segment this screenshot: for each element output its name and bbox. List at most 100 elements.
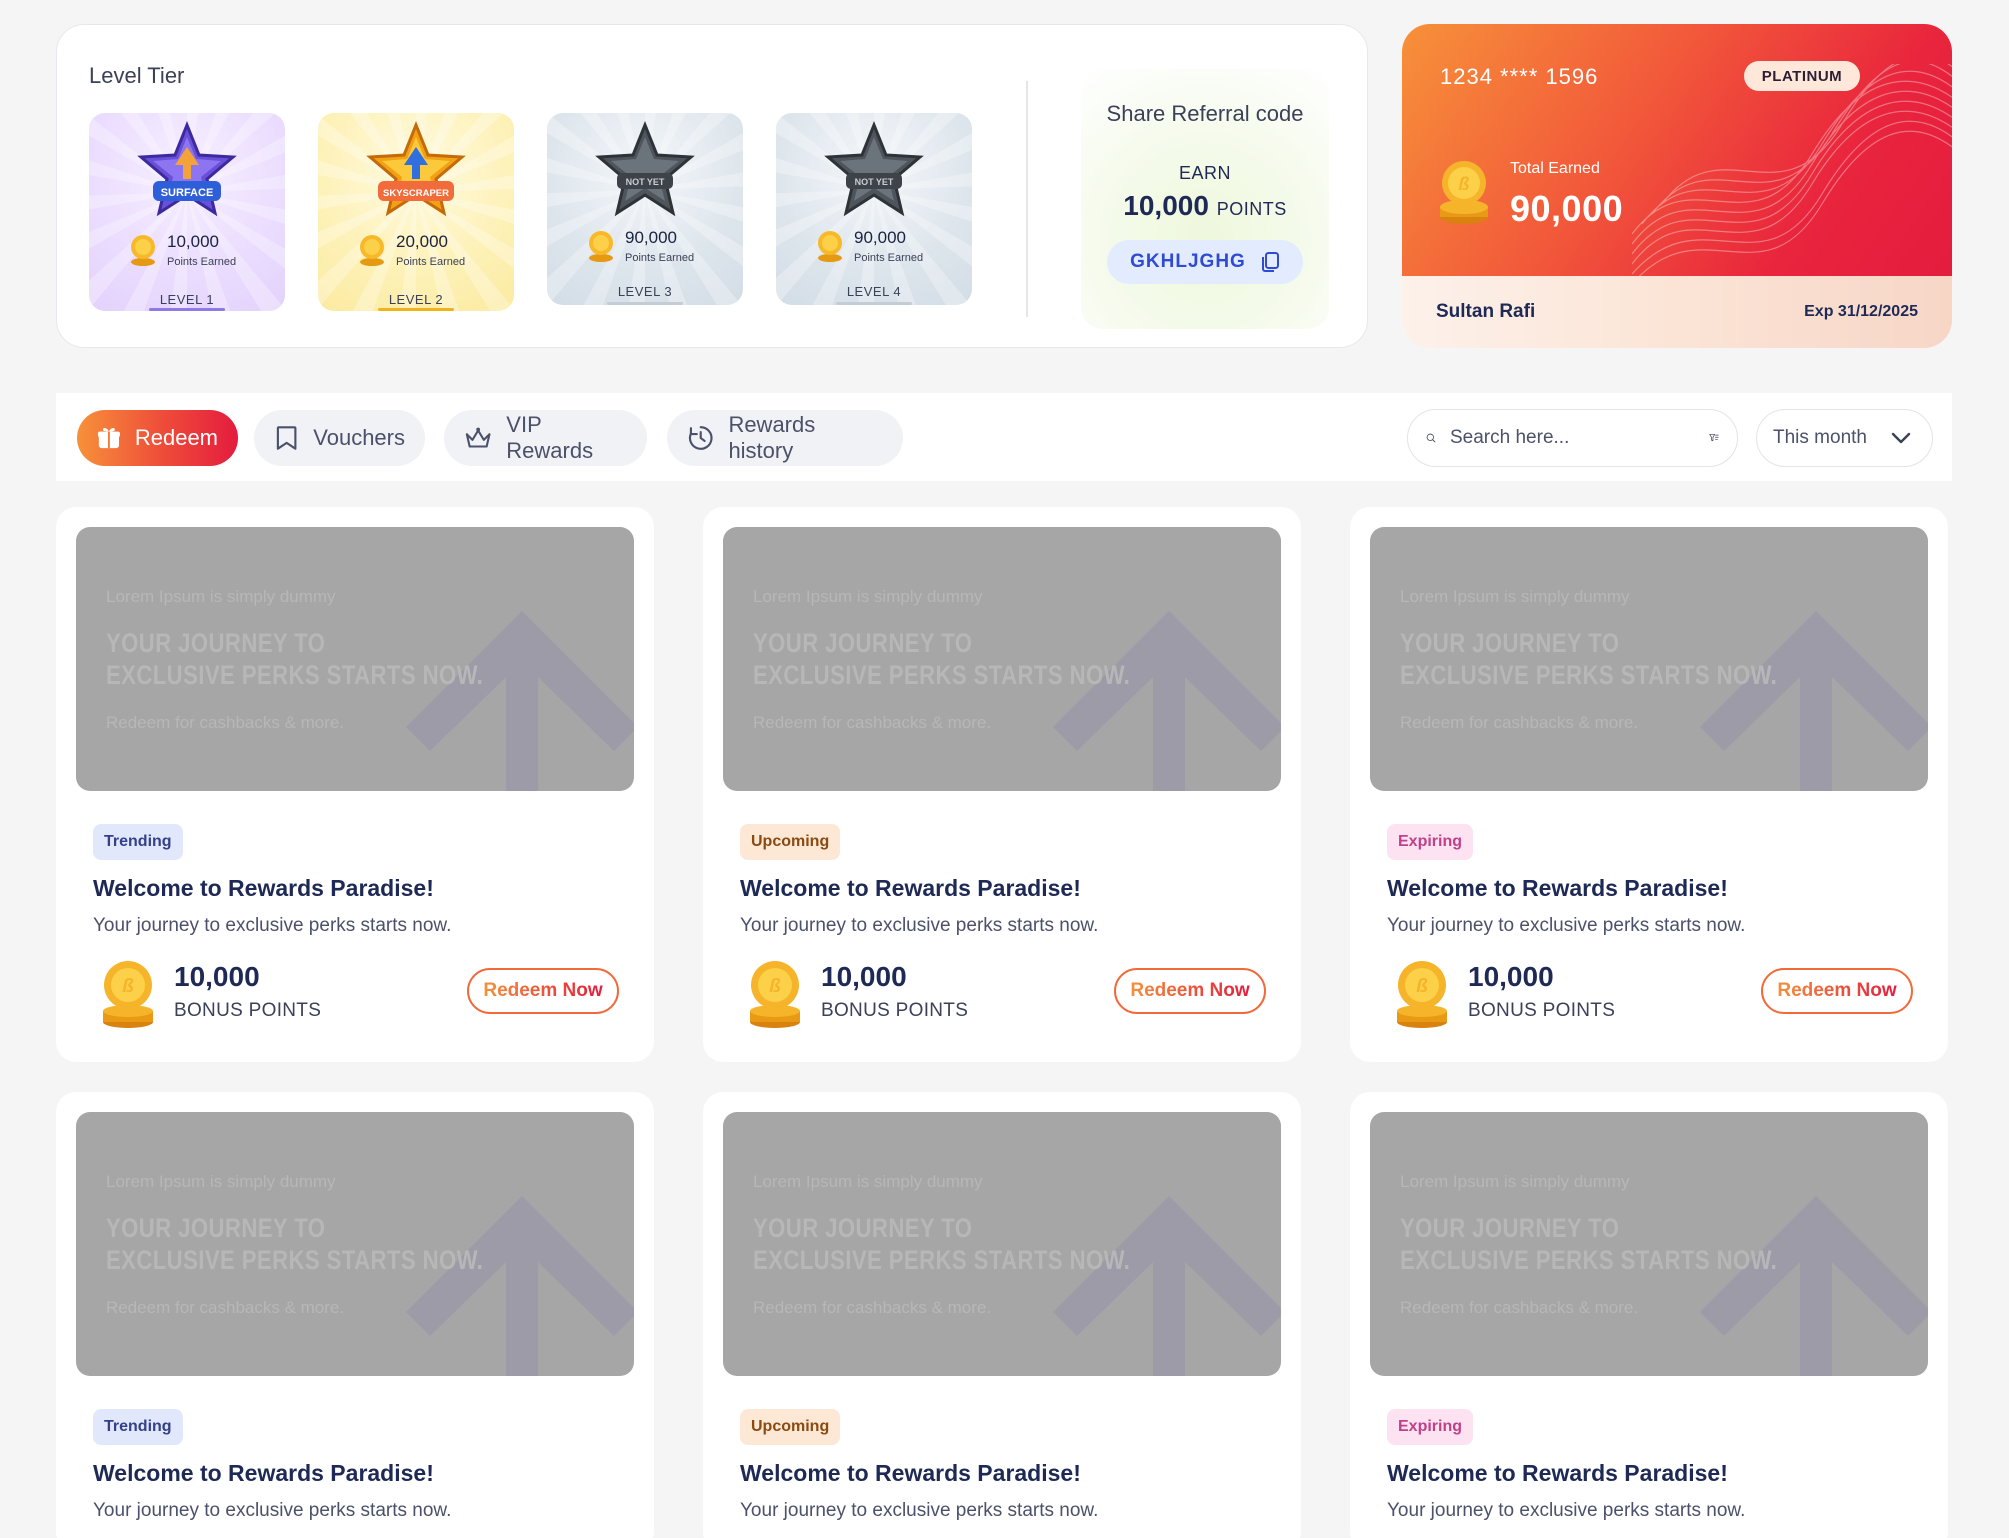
svg-text:SKYSCRAPER: SKYSCRAPER	[383, 188, 449, 199]
card-expiry: Exp 31/12/2025	[1804, 303, 1918, 320]
period-selected-value: This month	[1773, 427, 1867, 448]
tab-vouchers[interactable]: Vouchers	[254, 410, 425, 466]
tier-card-level-3[interactable]: NOT YET 90,000 Points Earned LEVEL 3	[547, 113, 743, 305]
reward-card[interactable]: Lorem Ipsum is simply dummy YOUR JOURNEY…	[1350, 507, 1948, 1062]
banner-small-text: Lorem Ipsum is simply dummy	[753, 1172, 983, 1191]
copy-icon[interactable]	[1260, 251, 1280, 273]
reward-card[interactable]: Lorem Ipsum is simply dummy YOUR JOURNEY…	[703, 1092, 1301, 1538]
referral-earn-label: EARN	[1178, 163, 1231, 183]
period-select[interactable]: This month	[1756, 409, 1933, 467]
banner-subtext: Redeem for cashbacks & more.	[753, 1298, 992, 1317]
tab-vip-rewards[interactable]: VIP Rewards	[444, 410, 647, 466]
reward-title: Welcome to Rewards Paradise!	[740, 1460, 1081, 1486]
coin-stack-icon: ß	[103, 961, 153, 1028]
reward-title: Welcome to Rewards Paradise!	[1387, 1460, 1728, 1486]
referral-earn-unit: POINTS	[1216, 199, 1287, 219]
reward-description: Your journey to exclusive perks starts n…	[93, 1500, 452, 1521]
banner-headline: YOUR JOURNEY TO EXCLUSIVE PERKS STARTS N…	[106, 627, 483, 691]
svg-text:ß: ß	[1416, 976, 1428, 997]
banner-headline-line-2: EXCLUSIVE PERKS STARTS NOW.	[753, 660, 1131, 690]
card-wave-pattern	[1632, 64, 1952, 284]
reward-points-value: 10,000	[821, 961, 907, 992]
coin-icon	[131, 235, 155, 267]
banner-subtext: Redeem for cashbacks & more.	[106, 713, 345, 732]
reward-points-label: BONUS POINTS	[821, 1000, 969, 1021]
search-box[interactable]	[1407, 409, 1738, 467]
reward-card[interactable]: Lorem Ipsum is simply dummy YOUR JOURNEY…	[56, 1092, 654, 1538]
reward-points-label: BONUS POINTS	[1468, 1000, 1616, 1021]
tab-redeem[interactable]: Redeem	[77, 410, 238, 466]
tier-points-label: Points Earned	[396, 255, 466, 268]
referral-code-copy-button[interactable]: GKHLJGHG	[1107, 240, 1303, 284]
reward-banner-image[interactable]: Lorem Ipsum is simply dummy YOUR JOURNEY…	[76, 1112, 634, 1376]
redeem-now-button[interactable]: Redeem Now	[1761, 968, 1913, 1014]
tab-rewards-history[interactable]: Rewards history	[667, 410, 903, 466]
reward-card[interactable]: Lorem Ipsum is simply dummy YOUR JOURNEY…	[703, 507, 1301, 1062]
reward-banner-image[interactable]: Lorem Ipsum is simply dummy YOUR JOURNEY…	[723, 527, 1281, 791]
svg-text:SURFACE: SURFACE	[161, 187, 214, 199]
reward-description: Your journey to exclusive perks starts n…	[740, 1500, 1099, 1521]
banner-headline-line-1: YOUR JOURNEY TO	[753, 1213, 973, 1243]
banner-headline: YOUR JOURNEY TO EXCLUSIVE PERKS STARTS N…	[753, 1212, 1130, 1276]
reward-title: Welcome to Rewards Paradise!	[93, 875, 434, 901]
banner-headline-line-1: YOUR JOURNEY TO	[106, 1213, 326, 1243]
reward-description: Your journey to exclusive perks starts n…	[1387, 1500, 1746, 1521]
banner-headline-line-1: YOUR JOURNEY TO	[106, 628, 326, 658]
tier-points-value: 20,000	[396, 232, 448, 251]
tier-points-value: 10,000	[167, 232, 219, 251]
reward-card[interactable]: Lorem Ipsum is simply dummy YOUR JOURNEY…	[1350, 1092, 1948, 1538]
tier-divider	[1026, 81, 1028, 317]
tier-underline	[378, 308, 454, 311]
redeem-now-label: Redeem Now	[483, 980, 603, 1001]
reward-card[interactable]: Lorem Ipsum is simply dummy YOUR JOURNEY…	[56, 507, 654, 1062]
banner-headline-line-2: EXCLUSIVE PERKS STARTS NOW.	[1400, 1245, 1778, 1275]
reward-banner-image[interactable]: Lorem Ipsum is simply dummy YOUR JOURNEY…	[1370, 1112, 1928, 1376]
reward-points-value: 10,000	[1468, 961, 1554, 992]
tier-points-value: 90,000	[625, 228, 677, 247]
banner-small-text: Lorem Ipsum is simply dummy	[106, 587, 336, 606]
locked-star-badge-icon: NOT YET	[595, 121, 695, 217]
reward-description: Your journey to exclusive perks starts n…	[1387, 915, 1746, 936]
banner-headline-line-2: EXCLUSIVE PERKS STARTS NOW.	[106, 1245, 484, 1275]
reward-status-badge: Upcoming	[740, 824, 841, 860]
tier-card-level-4[interactable]: NOT YET 90,000 Points Earned LEVEL 4	[776, 113, 972, 305]
coin-icon	[360, 235, 384, 267]
reward-status-badge: Upcoming	[740, 1409, 841, 1445]
gift-icon	[97, 428, 120, 449]
reward-title: Welcome to Rewards Paradise!	[740, 875, 1081, 901]
search-input[interactable]	[1450, 427, 1695, 449]
svg-text:ß: ß	[122, 976, 134, 997]
referral-earn-points: 10,000 POINTS	[1081, 190, 1329, 222]
tier-points-label: Points Earned	[625, 251, 695, 264]
card-earned-label: Total Earned	[1510, 160, 1600, 177]
reward-banner-image[interactable]: Lorem Ipsum is simply dummy YOUR JOURNEY…	[1370, 527, 1928, 791]
tier-card-level-2[interactable]: SKYSCRAPER 20,000 Points Earned LEVEL 2	[318, 113, 514, 311]
reward-banner-image[interactable]: Lorem Ipsum is simply dummy YOUR JOURNEY…	[723, 1112, 1281, 1376]
referral-panel: Share Referral code EARN 10,000 POINTS G…	[1081, 69, 1329, 329]
reward-banner-image[interactable]: Lorem Ipsum is simply dummy YOUR JOURNEY…	[76, 527, 634, 791]
coin-stack-icon: ß	[750, 961, 800, 1028]
tier-underline	[149, 308, 225, 311]
reward-points-value: 10,000	[174, 961, 260, 992]
tab-rewards-history-label: Rewards history	[728, 412, 816, 463]
level-tier-panel: Level Tier SURFACE 10,000 Points Earned …	[56, 24, 1368, 348]
tier-points-value: 90,000	[854, 228, 906, 247]
redeem-now-button[interactable]: Redeem Now	[1114, 968, 1266, 1014]
banner-subtext: Redeem for cashbacks & more.	[106, 1298, 345, 1317]
reward-description: Your journey to exclusive perks starts n…	[93, 915, 452, 936]
banner-headline: YOUR JOURNEY TO EXCLUSIVE PERKS STARTS N…	[106, 1212, 483, 1276]
banner-subtext: Redeem for cashbacks & more.	[753, 713, 992, 732]
surface-star-badge-icon: SURFACE	[137, 121, 237, 217]
search-icon	[1426, 433, 1436, 443]
tab-vip-rewards-label: VIP Rewards	[506, 412, 594, 463]
redeem-now-button[interactable]: Redeem Now	[467, 968, 619, 1014]
skyscraper-star-badge-icon: SKYSCRAPER	[366, 121, 466, 217]
card-number: 1234 **** 1596	[1440, 64, 1599, 89]
filter-icon[interactable]	[1709, 425, 1719, 451]
tier-card-level-1[interactable]: SURFACE 10,000 Points Earned LEVEL 1	[89, 113, 285, 311]
rewards-card: 1234 **** 1596 PLATINUM ß Total Earned 9…	[1402, 24, 1952, 348]
coin-icon	[818, 231, 842, 263]
reward-title: Welcome to Rewards Paradise!	[1387, 875, 1728, 901]
tier-level-label: LEVEL 2	[388, 292, 444, 307]
banner-headline-line-1: YOUR JOURNEY TO	[1400, 1213, 1620, 1243]
